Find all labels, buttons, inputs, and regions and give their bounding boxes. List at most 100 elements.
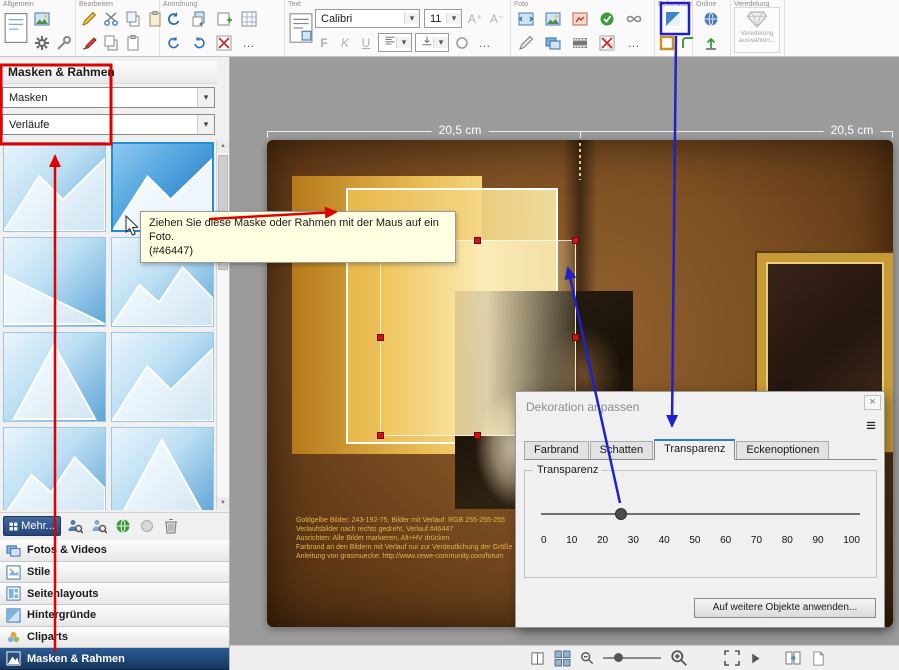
thumbnail-scrollbar[interactable]: ▲ ▼ <box>216 140 229 510</box>
duplicate-icon[interactable] <box>101 33 121 53</box>
copy-icon[interactable] <box>123 9 143 29</box>
selection-handle[interactable] <box>572 334 579 341</box>
add-page-icon[interactable] <box>214 9 234 29</box>
upload-icon[interactable] <box>701 33 721 53</box>
mask-frame-icon[interactable] <box>663 9 683 29</box>
pages-grid-icon[interactable] <box>239 9 259 29</box>
scroll-up-icon[interactable]: ▲ <box>217 140 229 153</box>
single-page-view-icon[interactable] <box>530 651 545 666</box>
scroll-down-icon[interactable]: ▼ <box>217 497 229 510</box>
auto-fix-icon[interactable] <box>597 9 617 29</box>
mask-thumbnail[interactable] <box>3 427 106 510</box>
font-increase-button[interactable]: A⁺ <box>466 9 484 28</box>
chevron-down-icon[interactable]: ▾ <box>404 13 419 24</box>
tab-schatten[interactable]: Schatten <box>590 441 653 459</box>
globe-icon[interactable] <box>701 9 721 29</box>
mask-thumbnail[interactable] <box>3 142 106 232</box>
align-select[interactable]: ▾ <box>378 33 412 52</box>
bring-forward-icon[interactable] <box>189 9 209 29</box>
web-content-icon[interactable] <box>113 516 133 536</box>
foto-overflow-icon[interactable]: … <box>624 33 644 53</box>
sidebar-item-cliparts[interactable]: Cliparts <box>0 627 229 649</box>
photo-correction-icon[interactable] <box>570 9 590 29</box>
next-page-icon[interactable] <box>749 652 762 665</box>
anordnung-overflow-icon[interactable]: … <box>239 33 259 53</box>
zoom-slider[interactable] <box>603 651 661 665</box>
text-color-icon[interactable] <box>452 33 472 53</box>
chevron-down-icon[interactable]: ▾ <box>446 13 461 24</box>
selection-handle[interactable] <box>377 432 384 439</box>
zoom-out-icon[interactable] <box>580 651 594 665</box>
border-icon[interactable] <box>657 33 677 53</box>
transparency-slider-handle[interactable] <box>615 508 627 520</box>
delete-page-icon[interactable] <box>214 33 234 53</box>
bold-button[interactable]: F <box>315 33 333 52</box>
rotate-left-icon[interactable] <box>164 9 184 29</box>
font-size-select[interactable]: 11 ▾ <box>424 9 462 28</box>
page-flip-icon[interactable] <box>784 650 802 666</box>
apply-to-more-objects-button[interactable]: Auf weitere Objekte anwenden... <box>694 598 876 618</box>
rotate-page-right-icon[interactable] <box>189 33 209 53</box>
link-infinity-icon[interactable] <box>624 9 644 29</box>
transparency-slider[interactable] <box>541 513 860 515</box>
more-button[interactable]: Mehr... <box>3 516 61 536</box>
mask-thumbnail[interactable] <box>111 427 214 510</box>
chevron-down-icon[interactable]: ▾ <box>396 37 411 48</box>
format-brush-icon[interactable] <box>79 33 99 53</box>
veredelung-button[interactable]: Veredelung auswählen... <box>734 7 780 53</box>
mask-thumbnail[interactable] <box>3 332 106 422</box>
font-family-select[interactable]: Calibri ▾ <box>315 9 420 28</box>
clipboard-icon[interactable] <box>123 33 143 53</box>
gradients-dropdown[interactable]: Verläufe ▾ <box>2 114 215 135</box>
search-photos-icon[interactable] <box>65 516 85 536</box>
tab-farbrand[interactable]: Farbrand <box>524 441 589 459</box>
valign-select[interactable]: ▾ <box>415 33 449 52</box>
rotate-page-left-icon[interactable] <box>164 33 184 53</box>
chevron-down-icon[interactable]: ▾ <box>433 37 448 48</box>
sidebar-item-fotos-videos[interactable]: Fotos & Videos <box>0 540 229 562</box>
page-preview-icon[interactable] <box>811 651 826 666</box>
sidebar-item-seitenlayouts[interactable]: Seitenlayouts <box>0 583 229 605</box>
swap-photo-icon[interactable] <box>516 9 536 29</box>
cut-scissors-icon[interactable] <box>101 9 121 29</box>
masks-dropdown[interactable]: Masken ▾ <box>2 87 215 108</box>
selection-handle[interactable] <box>474 237 481 244</box>
sidebar-item-stile[interactable]: Stile <box>0 562 229 584</box>
italic-button[interactable]: K <box>336 33 354 52</box>
selection-handle[interactable] <box>572 237 579 244</box>
slideshow-film-icon[interactable] <box>570 33 590 53</box>
chevron-down-icon[interactable]: ▾ <box>197 88 214 107</box>
selection-handle[interactable] <box>377 334 384 341</box>
photo-effects-icon[interactable] <box>543 9 563 29</box>
search-similar-icon[interactable] <box>89 516 109 536</box>
text-frame-icon[interactable] <box>289 12 313 44</box>
grid-view-icon[interactable] <box>554 650 571 667</box>
edit-photo-icon[interactable] <box>516 33 536 53</box>
text-overflow-icon[interactable]: … <box>475 33 495 53</box>
zoom-slider-handle[interactable] <box>614 653 623 662</box>
settings-gear-icon[interactable] <box>32 33 52 53</box>
new-project-icon[interactable] <box>32 9 52 29</box>
sidebar-item-masken-rahmen[interactable]: Masken & Rahmen <box>0 648 229 670</box>
chevron-down-icon[interactable]: ▾ <box>197 115 214 134</box>
disabled-filter-icon[interactable] <box>137 516 157 536</box>
tab-eckenoptionen[interactable]: Eckenoptionen <box>736 441 829 459</box>
underline-button[interactable]: U <box>357 33 375 52</box>
edit-pencil-icon[interactable] <box>79 9 99 29</box>
document-icon[interactable] <box>4 12 28 44</box>
photo-list-icon[interactable] <box>543 33 563 53</box>
menu-icon[interactable]: ≡ <box>866 416 876 436</box>
fullscreen-icon[interactable] <box>724 650 740 666</box>
font-decrease-button[interactable]: A⁻ <box>488 9 506 28</box>
selection-handle[interactable] <box>474 432 481 439</box>
tools-icon[interactable] <box>54 33 74 53</box>
zoom-in-icon[interactable] <box>670 649 688 667</box>
close-icon[interactable]: × <box>864 395 881 410</box>
toolbar-group-allgemein: Allgemein <box>0 0 76 56</box>
remove-background-icon[interactable] <box>597 33 617 53</box>
mask-thumbnail[interactable] <box>3 237 106 327</box>
tab-transparenz[interactable]: Transparenz <box>654 439 735 460</box>
trash-icon[interactable] <box>161 516 181 536</box>
sidebar-item-hintergruende[interactable]: Hintergründe <box>0 605 229 627</box>
mask-thumbnail[interactable] <box>111 332 214 422</box>
